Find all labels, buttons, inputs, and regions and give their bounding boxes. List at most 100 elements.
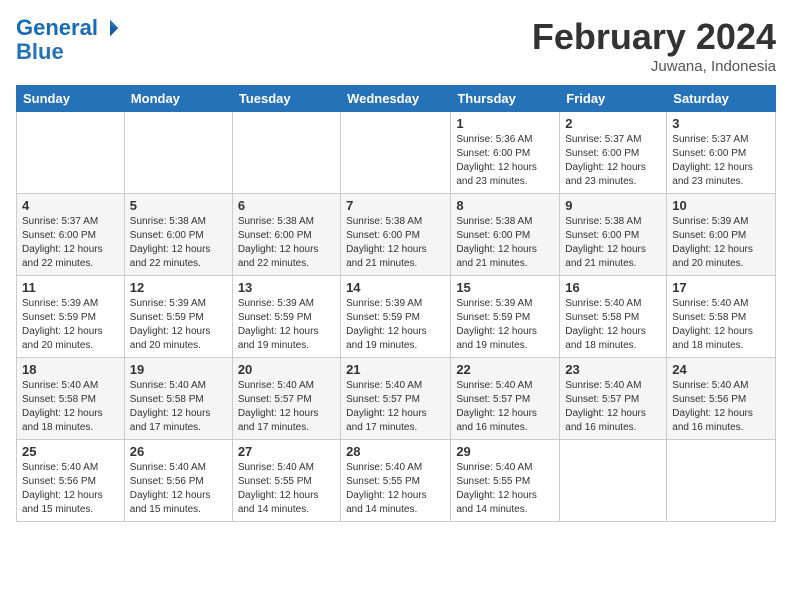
calendar-cell bbox=[17, 112, 125, 194]
day-info: Sunrise: 5:40 AM Sunset: 5:56 PM Dayligh… bbox=[130, 461, 227, 517]
calendar-cell: 14 Sunrise: 5:39 AM Sunset: 5:59 PM Dayli… bbox=[341, 276, 451, 358]
day-info: Sunrise: 5:40 AM Sunset: 5:55 PM Dayligh… bbox=[238, 461, 335, 517]
calendar-cell: 25Sunrise: 5:40 AM Sunset: 5:56 PM Dayli… bbox=[17, 440, 125, 522]
day-number: 16 bbox=[565, 280, 661, 295]
day-info: Sunrise: 5:38 AM Sunset: 6:00 PM Dayligh… bbox=[238, 215, 335, 271]
col-header-tuesday: Tuesday bbox=[232, 86, 340, 112]
day-number: 8 bbox=[456, 198, 554, 213]
calendar-cell: 28 Sunrise: 5:40 AM Sunset: 5:55 PM Dayli… bbox=[341, 440, 451, 522]
day-number: 3 bbox=[672, 116, 770, 131]
header-row: SundayMondayTuesdayWednesdayThursdayFrid… bbox=[17, 86, 776, 112]
calendar-cell: 21 Sunrise: 5:40 AM Sunset: 5:57 PM Dayli… bbox=[341, 358, 451, 440]
calendar-cell: 10 Sunrise: 5:39 AM Sunset: 6:00 PM Dayli… bbox=[667, 194, 776, 276]
calendar-cell: 7 Sunrise: 5:38 AM Sunset: 6:00 PM Daylig… bbox=[341, 194, 451, 276]
day-info: Sunrise: 5:37 AM Sunset: 6:00 PM Dayligh… bbox=[22, 215, 119, 271]
calendar-cell bbox=[560, 440, 667, 522]
day-number: 11 bbox=[22, 280, 119, 295]
day-number: 5 bbox=[130, 198, 227, 213]
day-number: 4 bbox=[22, 198, 119, 213]
calendar-cell: 18 Sunrise: 5:40 AM Sunset: 5:58 PM Dayli… bbox=[17, 358, 125, 440]
col-header-thursday: Thursday bbox=[451, 86, 560, 112]
calendar-cell: 6Sunrise: 5:38 AM Sunset: 6:00 PM Daylig… bbox=[232, 194, 340, 276]
day-number: 7 bbox=[346, 198, 445, 213]
day-number: 24 bbox=[672, 362, 770, 377]
calendar-table: SundayMondayTuesdayWednesdayThursdayFrid… bbox=[16, 85, 776, 522]
calendar-cell bbox=[124, 112, 232, 194]
title-block: February 2024 Juwana, Indonesia bbox=[532, 16, 776, 75]
calendar-cell: 26 Sunrise: 5:40 AM Sunset: 5:56 PM Dayli… bbox=[124, 440, 232, 522]
day-info: Sunrise: 5:39 AM Sunset: 6:00 PM Dayligh… bbox=[672, 215, 770, 271]
day-info: Sunrise: 5:38 AM Sunset: 6:00 PM Dayligh… bbox=[346, 215, 445, 271]
day-number: 28 bbox=[346, 444, 445, 459]
day-number: 10 bbox=[672, 198, 770, 213]
calendar-cell: 1 Sunrise: 5:36 AM Sunset: 6:00 PM Daylig… bbox=[451, 112, 560, 194]
day-info: Sunrise: 5:40 AM Sunset: 5:57 PM Dayligh… bbox=[565, 379, 661, 435]
day-info: Sunrise: 5:40 AM Sunset: 5:56 PM Dayligh… bbox=[672, 379, 770, 435]
day-info: Sunrise: 5:37 AM Sunset: 6:00 PM Dayligh… bbox=[672, 133, 770, 189]
page-header: General Blue February 2024 Juwana, Indon… bbox=[16, 16, 776, 75]
day-info: Sunrise: 5:39 AM Sunset: 5:59 PM Dayligh… bbox=[238, 297, 335, 353]
day-number: 17 bbox=[672, 280, 770, 295]
calendar-week-2: 4 Sunrise: 5:37 AM Sunset: 6:00 PM Daylig… bbox=[17, 194, 776, 276]
month-title: February 2024 bbox=[532, 16, 776, 58]
col-header-monday: Monday bbox=[124, 86, 232, 112]
calendar-week-5: 25Sunrise: 5:40 AM Sunset: 5:56 PM Dayli… bbox=[17, 440, 776, 522]
col-header-friday: Friday bbox=[560, 86, 667, 112]
calendar-cell: 19 Sunrise: 5:40 AM Sunset: 5:58 PM Dayli… bbox=[124, 358, 232, 440]
day-info: Sunrise: 5:40 AM Sunset: 5:57 PM Dayligh… bbox=[456, 379, 554, 435]
day-info: Sunrise: 5:39 AM Sunset: 5:59 PM Dayligh… bbox=[346, 297, 445, 353]
day-info: Sunrise: 5:39 AM Sunset: 5:59 PM Dayligh… bbox=[456, 297, 554, 353]
logo: General Blue bbox=[16, 16, 120, 64]
calendar-cell: 22 Sunrise: 5:40 AM Sunset: 5:57 PM Dayli… bbox=[451, 358, 560, 440]
day-number: 13 bbox=[238, 280, 335, 295]
day-info: Sunrise: 5:40 AM Sunset: 5:57 PM Dayligh… bbox=[238, 379, 335, 435]
calendar-cell: 2Sunrise: 5:37 AM Sunset: 6:00 PM Daylig… bbox=[560, 112, 667, 194]
day-number: 21 bbox=[346, 362, 445, 377]
calendar-cell: 27 Sunrise: 5:40 AM Sunset: 5:55 PM Dayli… bbox=[232, 440, 340, 522]
calendar-cell: 16 Sunrise: 5:40 AM Sunset: 5:58 PM Dayli… bbox=[560, 276, 667, 358]
calendar-cell bbox=[667, 440, 776, 522]
day-number: 20 bbox=[238, 362, 335, 377]
day-info: Sunrise: 5:39 AM Sunset: 5:59 PM Dayligh… bbox=[130, 297, 227, 353]
day-info: Sunrise: 5:38 AM Sunset: 6:00 PM Dayligh… bbox=[456, 215, 554, 271]
day-number: 1 bbox=[456, 116, 554, 131]
day-info: Sunrise: 5:40 AM Sunset: 5:56 PM Dayligh… bbox=[22, 461, 119, 517]
day-number: 9 bbox=[565, 198, 661, 213]
logo-text: General bbox=[16, 16, 98, 40]
calendar-cell bbox=[341, 112, 451, 194]
day-info: Sunrise: 5:38 AM Sunset: 6:00 PM Dayligh… bbox=[565, 215, 661, 271]
calendar-cell: 5 Sunrise: 5:38 AM Sunset: 6:00 PM Daylig… bbox=[124, 194, 232, 276]
day-number: 18 bbox=[22, 362, 119, 377]
calendar-week-4: 18 Sunrise: 5:40 AM Sunset: 5:58 PM Dayli… bbox=[17, 358, 776, 440]
day-info: Sunrise: 5:40 AM Sunset: 5:58 PM Dayligh… bbox=[672, 297, 770, 353]
day-info: Sunrise: 5:36 AM Sunset: 6:00 PM Dayligh… bbox=[456, 133, 554, 189]
day-info: Sunrise: 5:40 AM Sunset: 5:58 PM Dayligh… bbox=[565, 297, 661, 353]
day-number: 27 bbox=[238, 444, 335, 459]
day-number: 22 bbox=[456, 362, 554, 377]
day-info: Sunrise: 5:40 AM Sunset: 5:57 PM Dayligh… bbox=[346, 379, 445, 435]
day-info: Sunrise: 5:40 AM Sunset: 5:58 PM Dayligh… bbox=[22, 379, 119, 435]
calendar-cell: 11Sunrise: 5:39 AM Sunset: 5:59 PM Dayli… bbox=[17, 276, 125, 358]
day-number: 15 bbox=[456, 280, 554, 295]
day-number: 19 bbox=[130, 362, 227, 377]
calendar-cell bbox=[232, 112, 340, 194]
day-number: 2 bbox=[565, 116, 661, 131]
day-number: 12 bbox=[130, 280, 227, 295]
calendar-cell: 24 Sunrise: 5:40 AM Sunset: 5:56 PM Dayli… bbox=[667, 358, 776, 440]
day-info: Sunrise: 5:40 AM Sunset: 5:58 PM Dayligh… bbox=[130, 379, 227, 435]
day-number: 26 bbox=[130, 444, 227, 459]
calendar-cell: 15 Sunrise: 5:39 AM Sunset: 5:59 PM Dayli… bbox=[451, 276, 560, 358]
day-info: Sunrise: 5:38 AM Sunset: 6:00 PM Dayligh… bbox=[130, 215, 227, 271]
calendar-cell: 20 Sunrise: 5:40 AM Sunset: 5:57 PM Dayli… bbox=[232, 358, 340, 440]
location-subtitle: Juwana, Indonesia bbox=[532, 58, 776, 75]
day-number: 14 bbox=[346, 280, 445, 295]
calendar-cell: 17 Sunrise: 5:40 AM Sunset: 5:58 PM Dayli… bbox=[667, 276, 776, 358]
logo-icon bbox=[100, 18, 120, 38]
calendar-week-1: 1 Sunrise: 5:36 AM Sunset: 6:00 PM Daylig… bbox=[17, 112, 776, 194]
day-info: Sunrise: 5:40 AM Sunset: 5:55 PM Dayligh… bbox=[346, 461, 445, 517]
calendar-cell: 13 Sunrise: 5:39 AM Sunset: 5:59 PM Dayli… bbox=[232, 276, 340, 358]
col-header-saturday: Saturday bbox=[667, 86, 776, 112]
day-number: 23 bbox=[565, 362, 661, 377]
calendar-cell: 23 Sunrise: 5:40 AM Sunset: 5:57 PM Dayli… bbox=[560, 358, 667, 440]
calendar-cell: 4 Sunrise: 5:37 AM Sunset: 6:00 PM Daylig… bbox=[17, 194, 125, 276]
